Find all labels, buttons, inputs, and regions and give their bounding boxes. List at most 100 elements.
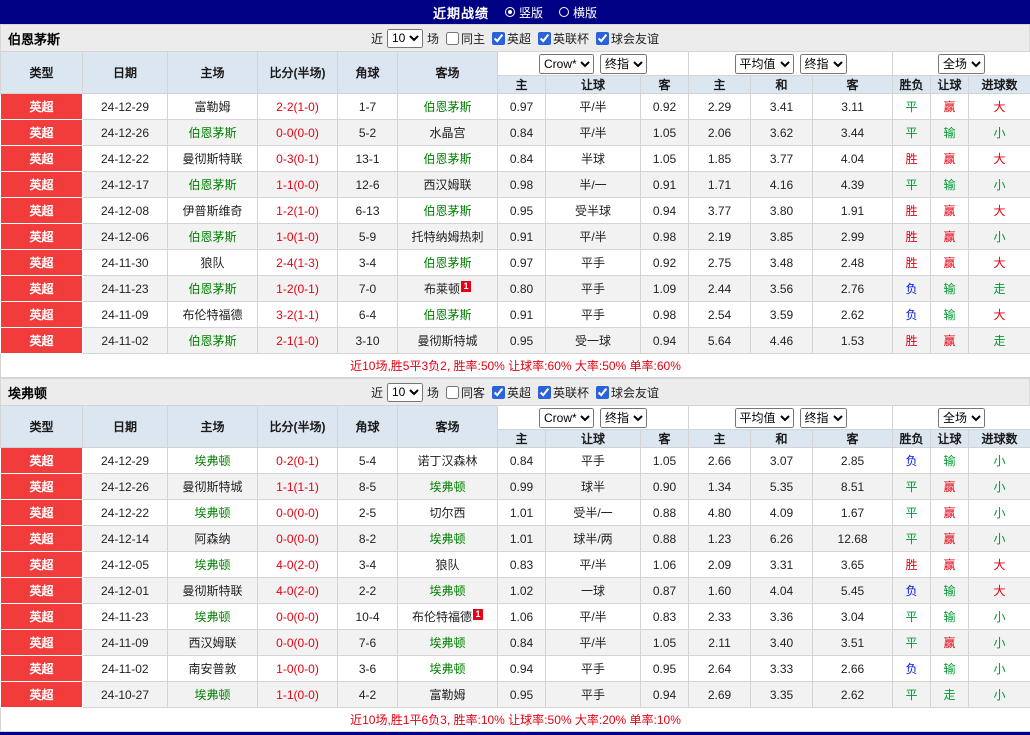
cell-result-handicap: 输 [931, 448, 969, 474]
cell-away-odds: 0.88 [641, 526, 689, 552]
layout-radio-vertical[interactable]: 竖版 [505, 4, 543, 21]
league-checkbox-input[interactable] [538, 386, 551, 399]
league-checkbox-input[interactable] [492, 32, 505, 45]
cell-away-team: 富勒姆 [398, 682, 498, 708]
same-venue-checkbox[interactable]: 同主 [446, 30, 485, 47]
cell-home-team: 伯恩茅斯 [168, 224, 258, 250]
column-subheader: 和 [751, 430, 813, 448]
cell-away-odds: 1.05 [641, 448, 689, 474]
league-filter-checkbox[interactable]: 英超 [492, 30, 531, 47]
cell-result-outcome: 平 [893, 630, 931, 656]
league-checkbox-input[interactable] [538, 32, 551, 45]
league-checkbox-input[interactable] [596, 32, 609, 45]
header-group: Crow* 终指 [498, 52, 689, 76]
cell-home-odds: 1.02 [498, 578, 546, 604]
column-subheader: 主 [498, 430, 546, 448]
average-select[interactable]: 平均值 [735, 54, 794, 74]
league-filter-checkbox[interactable]: 英超 [492, 384, 531, 401]
cell-score: 3-2(1-1) [258, 302, 338, 328]
cell-avg-home: 5.64 [689, 328, 751, 354]
cell-avg-home: 2.09 [689, 552, 751, 578]
cell-away-odds: 1.05 [641, 120, 689, 146]
cell-avg-away: 2.99 [813, 224, 893, 250]
same-venue-checkbox[interactable]: 同客 [446, 384, 485, 401]
league-filter-checkbox[interactable]: 英联杯 [538, 30, 589, 47]
cell-date: 24-12-01 [83, 578, 168, 604]
cell-handicap: 受半球 [546, 198, 641, 224]
column-subheader: 客 [641, 430, 689, 448]
filter-bar: 近10场同主英超英联杯球会友谊 [371, 29, 659, 48]
match-row: 英超24-12-17伯恩茅斯1-1(0-0)12-6西汉姆联0.98半/一0.9… [1, 172, 1030, 198]
column-header: 类型 [1, 52, 83, 94]
match-scope-select[interactable]: 全场 [938, 54, 985, 74]
cell-league: 英超 [1, 198, 83, 224]
same-venue-checkbox-input[interactable] [446, 32, 459, 45]
cell-avg-draw: 4.16 [751, 172, 813, 198]
cell-result-goals: 小 [969, 630, 1030, 656]
cell-result-handicap: 输 [931, 120, 969, 146]
cell-home-odds: 0.98 [498, 172, 546, 198]
sections-container: 伯恩茅斯近10场同主英超英联杯球会友谊类型日期主场比分(半场)角球客场Crow*… [0, 24, 1030, 732]
cell-avg-away: 3.65 [813, 552, 893, 578]
same-venue-checkbox-input[interactable] [446, 386, 459, 399]
cell-score: 0-0(0-0) [258, 604, 338, 630]
cell-home-odds: 1.01 [498, 526, 546, 552]
cell-avg-draw: 4.09 [751, 500, 813, 526]
cell-result-handicap: 输 [931, 604, 969, 630]
column-header: 比分(半场) [258, 52, 338, 94]
cell-handicap: 平手 [546, 682, 641, 708]
column-header: 类型 [1, 406, 83, 448]
cell-result-outcome: 平 [893, 526, 931, 552]
cell-home-odds: 0.84 [498, 120, 546, 146]
cell-date: 24-12-14 [83, 526, 168, 552]
cell-avg-away: 2.85 [813, 448, 893, 474]
league-checkbox-input[interactable] [492, 386, 505, 399]
column-subheader: 胜负 [893, 430, 931, 448]
column-subheader: 让球 [546, 430, 641, 448]
recent-count-select[interactable]: 10 [387, 29, 423, 48]
cell-date: 24-11-02 [83, 656, 168, 682]
match-row: 英超24-11-23伯恩茅斯1-2(0-1)7-0布莱顿10.80平手1.092… [1, 276, 1030, 302]
cell-avg-away: 3.11 [813, 94, 893, 120]
cell-away-team: 伯恩茅斯 [398, 94, 498, 120]
match-row: 英超24-11-30狼队2-4(1-3)3-4伯恩茅斯0.97平手0.922.7… [1, 250, 1030, 276]
cell-date: 24-12-17 [83, 172, 168, 198]
league-filter-checkbox[interactable]: 球会友谊 [596, 384, 659, 401]
cell-home-odds: 0.94 [498, 656, 546, 682]
cell-corners: 3-4 [338, 552, 398, 578]
cell-date: 24-12-06 [83, 224, 168, 250]
match-row: 英超24-12-05埃弗顿4-0(2-0)3-4狼队0.83平/半1.062.0… [1, 552, 1030, 578]
average-select[interactable]: 平均值 [735, 408, 794, 428]
column-header: 主场 [168, 406, 258, 448]
league-checkbox-input[interactable] [596, 386, 609, 399]
matches-label: 场 [427, 30, 439, 47]
bookmaker-select[interactable]: Crow* [539, 54, 594, 74]
final-odds-select[interactable]: 终指 [600, 408, 647, 428]
column-header: 角球 [338, 52, 398, 94]
column-subheader: 客 [813, 76, 893, 94]
recent-count-select[interactable]: 10 [387, 383, 423, 402]
column-header: 客场 [398, 406, 498, 448]
match-row: 英超24-11-23埃弗顿0-0(0-0)10-4布伦特福德11.06平/半0.… [1, 604, 1030, 630]
final-odds-select[interactable]: 终指 [800, 408, 847, 428]
cell-avg-home: 2.29 [689, 94, 751, 120]
cell-home-team: 伯恩茅斯 [168, 120, 258, 146]
bookmaker-select[interactable]: Crow* [539, 408, 594, 428]
cell-away-odds: 0.98 [641, 224, 689, 250]
column-subheader: 主 [498, 76, 546, 94]
cell-avg-away: 3.44 [813, 120, 893, 146]
cell-avg-draw: 3.80 [751, 198, 813, 224]
league-label: 英联杯 [553, 30, 589, 47]
final-odds-select[interactable]: 终指 [800, 54, 847, 74]
cell-corners: 2-5 [338, 500, 398, 526]
league-filter-checkbox[interactable]: 英联杯 [538, 384, 589, 401]
cell-away-team: 狼队 [398, 552, 498, 578]
cell-avg-away: 8.51 [813, 474, 893, 500]
cell-avg-away: 4.04 [813, 146, 893, 172]
final-odds-select[interactable]: 终指 [600, 54, 647, 74]
cell-away-team: 埃弗顿 [398, 474, 498, 500]
league-filter-checkbox[interactable]: 球会友谊 [596, 30, 659, 47]
cell-result-handicap: 赢 [931, 500, 969, 526]
match-scope-select[interactable]: 全场 [938, 408, 985, 428]
layout-radio-horizontal[interactable]: 横版 [559, 4, 597, 21]
